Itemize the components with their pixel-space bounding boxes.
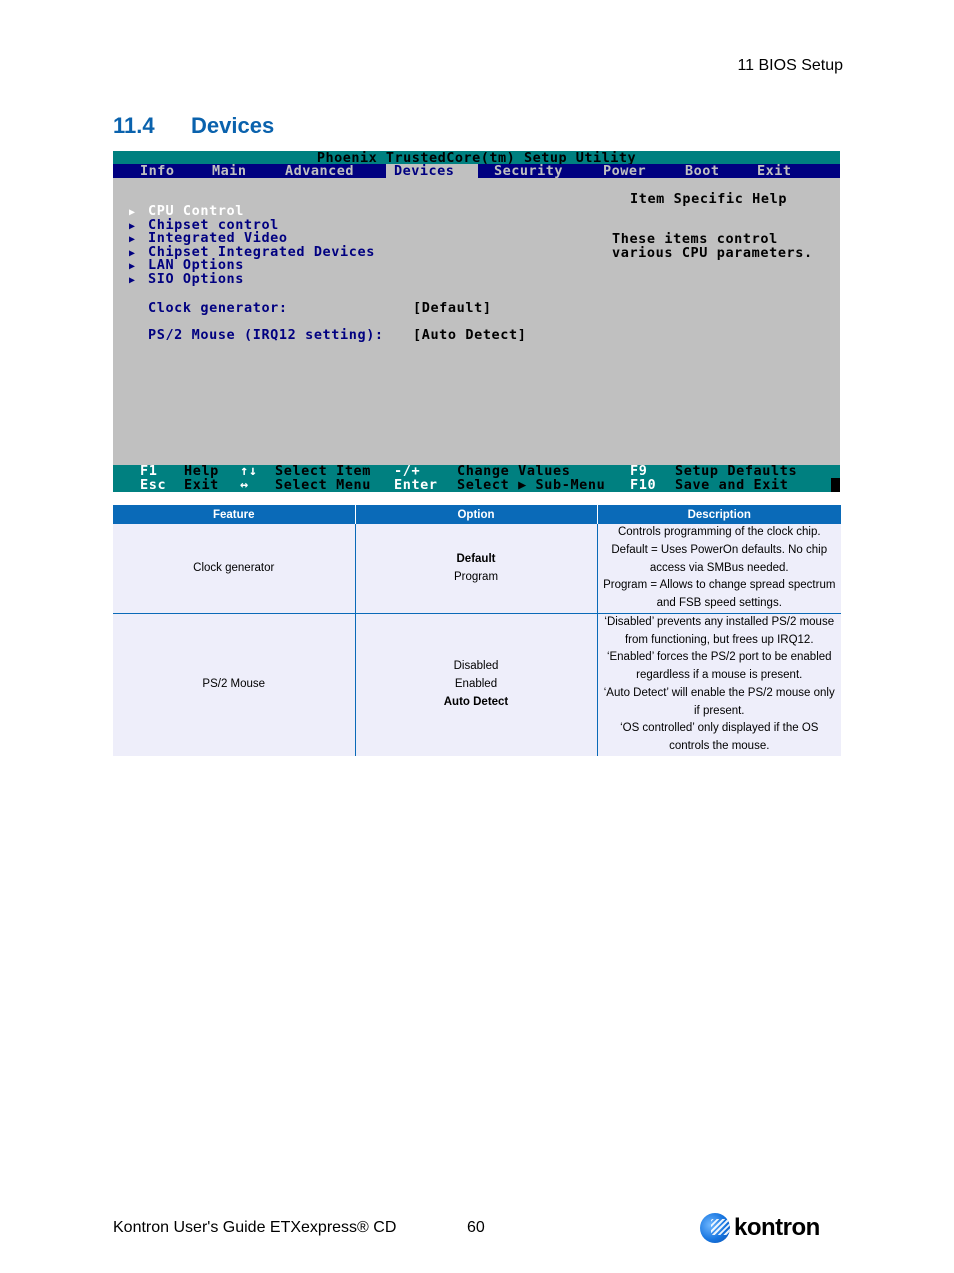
option-default: Auto Detect — [443, 695, 509, 708]
bios-submenu-list: ▶ CPU Control ▶ Chipset control ▶ Integrate… — [129, 204, 375, 287]
kontron-logo-text: kontron — [734, 1214, 820, 1241]
table-row: PS/2 Mouse Disabled Enabled Auto Detect … — [113, 613, 841, 756]
option: Enabled — [454, 677, 498, 690]
option: Disabled — [453, 660, 499, 673]
key-esc-desc: Exit — [184, 476, 219, 492]
bios-tab-devices[interactable]: Devices — [386, 164, 478, 178]
bios-setting-clock-generator-value[interactable]: [Default] — [413, 300, 492, 316]
submenu-arrow-icon: ▶ — [129, 207, 136, 218]
submenu-label: SIO Options — [148, 270, 245, 287]
submenu-arrow-icon: ▶ — [129, 234, 136, 246]
page-number: 60 — [467, 1219, 485, 1236]
option-default: Default — [456, 552, 496, 565]
description-line: ‘Enabled’ forces the PS/2 port to be ena… — [606, 651, 832, 682]
text-cursor — [831, 478, 840, 492]
bios-tab-main[interactable]: Main — [204, 164, 255, 178]
description-cell: Controls programming of the clock chip. … — [596, 524, 841, 614]
key-f10: F10 — [630, 476, 657, 492]
section-heading: 11.4 Devices — [113, 113, 274, 139]
bios-setting-ps2-mouse-label: PS/2 Mouse (IRQ12 setting): — [148, 327, 384, 343]
feature-cell: PS/2 Mouse — [113, 613, 355, 756]
submenu-arrow-icon: ▶ — [129, 261, 136, 273]
option: Program — [453, 570, 499, 583]
description-line: Default = Uses PowerOn defaults. No chip… — [611, 543, 828, 574]
description-line: ‘Disabled’ prevents any installed PS/2 m… — [604, 616, 835, 646]
key-enter: Enter — [394, 476, 438, 492]
kontron-logo: kontron — [700, 1213, 820, 1243]
submenu-arrow-icon: ▶ — [129, 220, 136, 232]
footer-doc-title: Kontron User's Guide ETXexpress® CD — [113, 1219, 397, 1236]
description-line: ‘Auto Detect’ will enable the PS/2 mouse… — [603, 686, 835, 717]
option-cell: Default Program — [354, 524, 597, 614]
table-header-row: Feature Option Description — [113, 505, 841, 524]
header-option: Option — [354, 505, 597, 524]
key-f10-desc: Save and Exit — [675, 476, 789, 492]
bios-tab-security[interactable]: Security — [486, 164, 571, 178]
bios-setting-ps2-mouse-value[interactable]: [Auto Detect] — [413, 327, 526, 343]
bios-screenshot: Phoenix TrustedCore(tm) Setup Utility In… — [113, 151, 840, 492]
bios-tab-boot[interactable]: Boot — [677, 164, 728, 178]
bios-key-legend: F1 Help ↑↓ Select Item -/+ Change Values… — [113, 464, 840, 492]
feature-table: Feature Option Description Clock generat… — [113, 505, 841, 756]
key-left-right-desc: Select Menu — [275, 476, 372, 492]
bios-tab-advanced[interactable]: Advanced — [277, 164, 362, 178]
kontron-logo-icon — [700, 1213, 730, 1243]
bios-setting-clock-generator-label: Clock generator: — [148, 300, 288, 316]
description-cell: ‘Disabled’ prevents any installed PS/2 m… — [596, 613, 841, 756]
header-feature: Feature — [113, 505, 355, 524]
bios-tab-info[interactable]: Info — [132, 164, 183, 178]
submenu-arrow-icon: ▶ — [129, 274, 136, 286]
bios-submenu-sio-options[interactable]: ▶ SIO Options — [129, 270, 375, 287]
key-esc: Esc — [140, 476, 167, 492]
section-title: Devices — [191, 113, 275, 138]
description-line: Controls programming of the clock chip. — [617, 526, 821, 539]
bios-help-text: These items control various CPU paramete… — [612, 231, 813, 261]
header-description: Description — [596, 505, 841, 524]
bios-tab-power[interactable]: Power — [595, 164, 654, 178]
bios-menu-bar: Info Main Advanced Devices Security Powe… — [113, 164, 840, 178]
option-cell: Disabled Enabled Auto Detect — [354, 613, 597, 756]
table-row: Clock generator Default Program Controls… — [113, 524, 841, 614]
description-line: ‘OS controlled’ only displayed if the OS… — [620, 722, 819, 752]
key-enter-desc: Select ▶ Sub-Menu — [457, 476, 606, 492]
section-number: 11.4 — [113, 113, 155, 138]
submenu-arrow-icon: ▶ — [129, 247, 136, 259]
description-line: Program = Allows to change spread spectr… — [603, 579, 836, 610]
running-head: 11 BIOS Setup — [737, 57, 843, 74]
feature-cell: Clock generator — [113, 524, 355, 614]
bios-tab-exit[interactable]: Exit — [749, 164, 800, 178]
key-left-right: ↔ — [240, 476, 249, 492]
bios-help-title: Item Specific Help — [630, 191, 788, 207]
